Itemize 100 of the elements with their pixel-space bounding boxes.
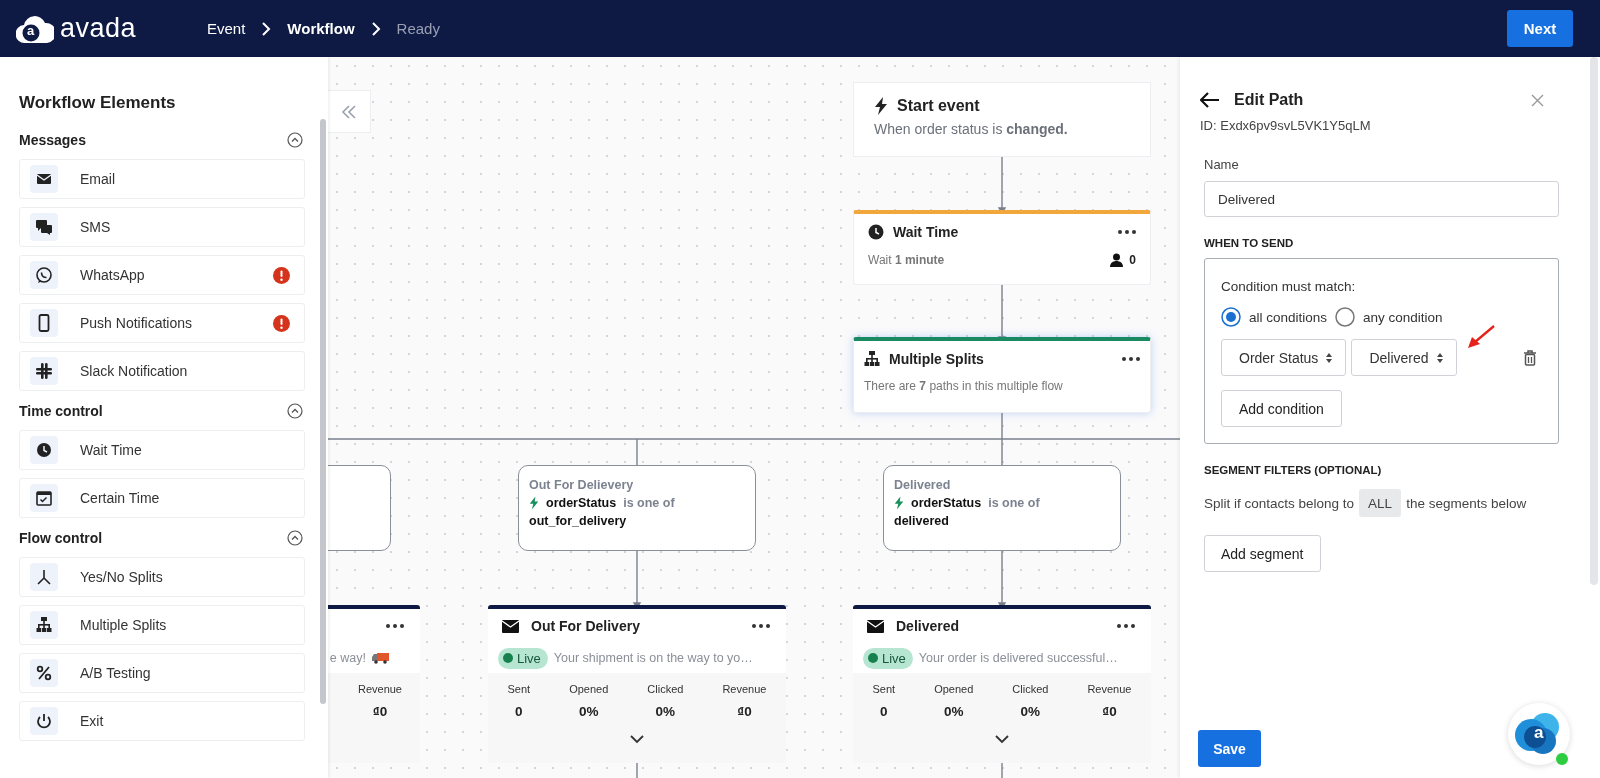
path-operator: is one of <box>623 496 675 510</box>
add-segment-button[interactable]: Add segment <box>1204 535 1321 572</box>
path-value: out_for_delivery <box>529 514 628 528</box>
element-item[interactable]: Yes/No Splits <box>19 557 305 597</box>
wait-time-node[interactable]: Wait Time Wait 1 minute 0 <box>853 210 1151 285</box>
sort-caret-icon <box>1325 351 1334 364</box>
message-node[interactable]: Delivered Live Your order is delivered successful… Sent 0 Opened 0% Clicked 0% Revenue ₫0 <box>853 605 1151 763</box>
multiple-splits-node[interactable]: Multiple Splits There are 7 paths in this multiple flow <box>853 337 1151 413</box>
more-icon[interactable] <box>386 624 404 628</box>
message-preview: e way! <box>329 651 366 665</box>
message-node[interactable]: e way! Revenue ₫0 <box>328 605 420 763</box>
element-item[interactable]: Wait Time <box>19 430 305 470</box>
message-preview: Your order is delivered successful… <box>918 651 1118 665</box>
element-item[interactable]: A/B Testing <box>19 653 305 693</box>
stat-value: 0 <box>515 704 523 719</box>
stat-value: 0% <box>655 704 676 719</box>
next-button[interactable]: Next <box>1507 10 1573 47</box>
element-label: SMS <box>80 219 112 235</box>
field-select[interactable]: Order Status <box>1221 339 1347 376</box>
element-item[interactable]: SMS <box>19 207 305 247</box>
section-heading: WHEN TO SEND <box>1204 237 1294 249</box>
message-title: Delivered <box>896 618 960 634</box>
node-title: Wait Time <box>893 224 959 240</box>
trash-icon[interactable] <box>1522 349 1537 366</box>
path-field: orderStatus <box>546 496 617 510</box>
cloud-logo-icon <box>16 13 54 44</box>
message-preview: Your shipment is on the way to yo… <box>553 651 753 665</box>
message-node[interactable]: Out For Delivery Live Your shipment is on the way to yo… Sent 0 Opened 0% Clicked 0% Revenue ₫0 <box>488 605 786 763</box>
double-chevron-left-icon <box>341 104 357 119</box>
collapse-icon[interactable] <box>287 403 303 419</box>
more-icon[interactable] <box>1117 624 1135 628</box>
element-label: Email <box>80 171 116 187</box>
path-node[interactable]: Out For Delievery orderStatus is one of out_for_delivery <box>518 465 756 551</box>
element-item[interactable]: Exit <box>19 701 305 741</box>
path-node[interactable]: Delivered orderStatus is one of delivered <box>883 465 1121 551</box>
element-label: Push Notifications <box>80 315 194 331</box>
more-icon[interactable] <box>1122 357 1140 361</box>
stat-value: 0% <box>1020 704 1041 719</box>
scrollbar[interactable] <box>1590 57 1598 585</box>
scrollbar[interactable] <box>320 119 326 704</box>
stat-label: Sent <box>872 683 896 695</box>
close-icon[interactable] <box>1531 93 1544 107</box>
lightning-icon <box>874 97 888 115</box>
lightning-icon <box>529 496 539 510</box>
collapse-icon[interactable] <box>287 530 303 546</box>
path-value: delivered <box>894 514 950 528</box>
truck-icon <box>372 652 390 664</box>
segment-text: Split if contacts belong to <box>1204 495 1355 511</box>
element-label: Certain Time <box>80 490 161 506</box>
match-label: Condition must match: <box>1221 279 1356 294</box>
stat-label: Revenue <box>357 683 402 695</box>
percent-icon <box>30 659 58 687</box>
connector-line <box>1001 762 1003 778</box>
element-item[interactable]: Email <box>19 159 305 199</box>
path-id: ID: Exdx6pv9svL5VK1Y5qLM <box>1200 118 1372 133</box>
stat-label: Clicked <box>647 683 684 695</box>
start-event-node[interactable]: Start event When order status is changed. <box>853 82 1151 157</box>
hash-icon <box>30 357 58 385</box>
element-label: Slack Notification <box>80 363 189 379</box>
name-input-field[interactable]: Delivered <box>1204 181 1559 217</box>
chevron-down-icon[interactable] <box>630 735 644 744</box>
radio-selected-icon[interactable] <box>1221 307 1241 327</box>
element-item[interactable]: Slack Notification <box>19 351 305 391</box>
chat-widget-button[interactable]: a <box>1508 703 1570 765</box>
stat-label: Clicked <box>1012 683 1049 695</box>
logo-letter: a <box>27 24 35 38</box>
radio-icon[interactable] <box>1335 307 1356 327</box>
stat-value: ₫0 <box>1102 704 1117 719</box>
stat-label: Opened <box>934 683 974 695</box>
more-icon[interactable] <box>1118 230 1136 234</box>
back-arrow-icon[interactable] <box>1200 92 1220 108</box>
chat-bubbles-icon <box>30 213 58 241</box>
breadcrumb-step[interactable]: Workflow <box>287 20 355 37</box>
envelope-icon <box>867 619 884 633</box>
radio-label: any condition <box>1363 309 1443 325</box>
node-description: Wait 1 minute <box>868 253 945 267</box>
chevron-right-icon <box>370 21 381 36</box>
add-condition-button[interactable]: Add condition <box>1221 390 1342 427</box>
chevron-down-icon[interactable] <box>995 735 1009 744</box>
annotation-arrow-icon <box>1465 325 1496 351</box>
segment-mode-select[interactable]: ALL <box>1359 489 1402 517</box>
element-item[interactable]: Certain Time <box>19 478 305 518</box>
element-item[interactable]: Multiple Splits <box>19 605 305 645</box>
value-select[interactable]: Delivered <box>1351 339 1457 376</box>
radio-label: all conditions <box>1249 309 1328 325</box>
panel-title: Edit Path <box>1234 91 1304 109</box>
brand-name: avada <box>60 13 137 44</box>
status-badge: Live <box>863 647 913 669</box>
element-item[interactable]: Push Notifications <box>19 303 305 343</box>
more-icon[interactable] <box>752 624 770 628</box>
stat-value: 0% <box>578 704 599 719</box>
breadcrumb-step[interactable]: Event <box>207 20 246 37</box>
save-button[interactable]: Save <box>1198 730 1261 767</box>
collapse-icon[interactable] <box>287 132 303 148</box>
sort-caret-icon <box>1435 351 1444 364</box>
element-item[interactable]: WhatsApp <box>19 255 305 295</box>
status-badge: Live <box>498 647 548 669</box>
connector-line <box>636 762 638 778</box>
stat-value: ₫0 <box>372 704 388 719</box>
section-title: Messages <box>19 132 86 148</box>
